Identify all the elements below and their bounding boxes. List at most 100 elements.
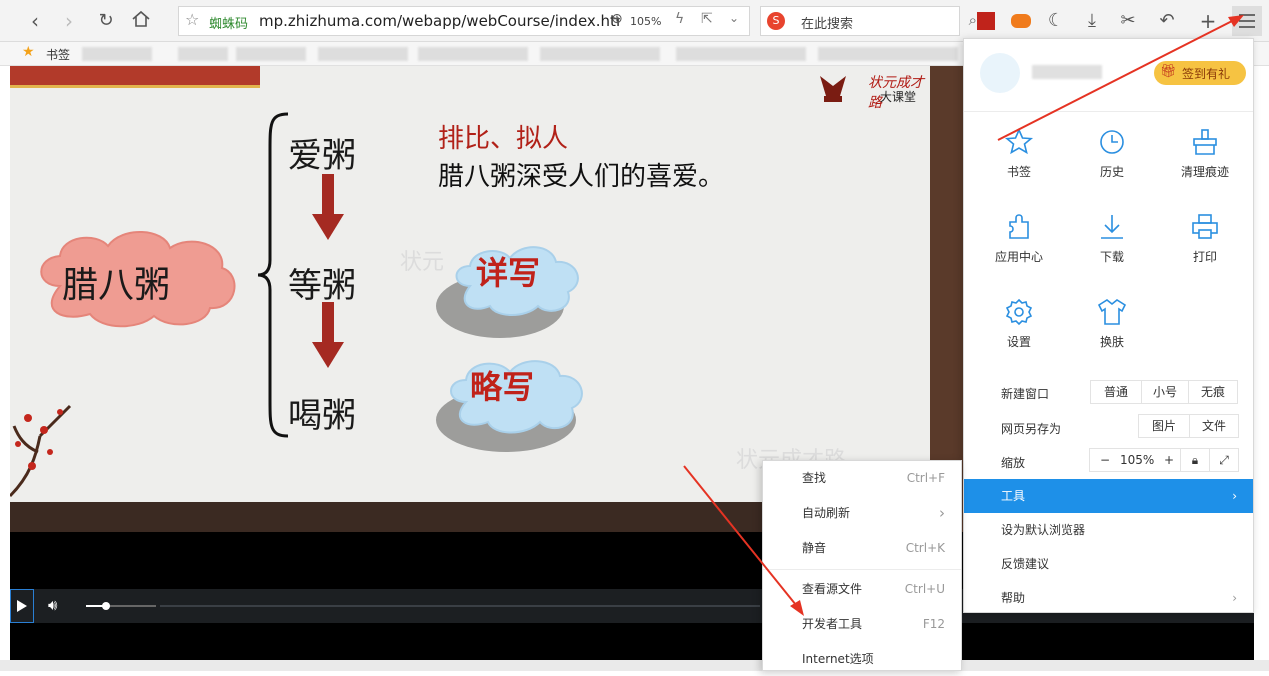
submenu-view-source[interactable]: 查看源文件 Ctrl+U bbox=[763, 572, 961, 606]
fullscreen-icon[interactable]: ⤢ bbox=[1209, 448, 1239, 472]
submenu-shortcut: Ctrl+F bbox=[907, 461, 945, 495]
menu-hamburger-icon[interactable] bbox=[1232, 6, 1262, 36]
grid-bookmarks[interactable]: 书签 bbox=[974, 127, 1064, 180]
search-box[interactable]: S 在此搜索 ⌕ bbox=[760, 6, 960, 36]
volume-icon[interactable]: 🔊︎ bbox=[48, 596, 57, 614]
gift-icon: 🎁︎ bbox=[1160, 64, 1177, 79]
browser-toolbar: ‹ › ↻ ☆ 蜘蛛码 mp.zhizhuma.com/webapp/webCo… bbox=[0, 0, 1269, 42]
root-text: 腊八粥 bbox=[62, 256, 170, 308]
bookmark-item[interactable] bbox=[236, 47, 306, 61]
menu-item-feedback[interactable]: 反馈建议 bbox=[964, 547, 1253, 581]
horizontal-scrollbar[interactable] bbox=[0, 660, 1269, 671]
grid-label: 下载 bbox=[1067, 248, 1157, 265]
back-icon[interactable]: ‹ bbox=[22, 8, 48, 34]
menu-item-label: 设为默认浏览器 bbox=[1001, 523, 1085, 537]
address-bar[interactable]: ☆ 蜘蛛码 mp.zhizhuma.com/webapp/webCourse/i… bbox=[178, 6, 750, 36]
moon-icon[interactable]: ☾ bbox=[1043, 8, 1069, 34]
grid-history[interactable]: 历史 bbox=[1067, 127, 1157, 180]
zoom-out-button[interactable]: − bbox=[1100, 449, 1110, 471]
home-icon[interactable] bbox=[128, 8, 154, 34]
submenu-mute[interactable]: 静音 Ctrl+K bbox=[763, 531, 961, 565]
download-icon bbox=[1097, 212, 1127, 242]
bookmark-item[interactable] bbox=[540, 47, 660, 61]
share-icon[interactable]: ⇱ bbox=[701, 11, 713, 27]
new-window-label: 新建窗口 bbox=[1001, 385, 1049, 402]
submenu-label: Internet选项 bbox=[802, 652, 874, 666]
volume-slider[interactable] bbox=[86, 605, 156, 607]
chevron-down-icon[interactable]: ⌄ bbox=[729, 11, 739, 25]
grid-clear-traces[interactable]: 清理痕迹 bbox=[1160, 127, 1250, 180]
clock-icon bbox=[1097, 127, 1127, 157]
username[interactable] bbox=[1032, 65, 1102, 79]
logo-right: 大课堂 bbox=[880, 88, 916, 105]
bookmark-item[interactable] bbox=[676, 47, 806, 61]
grid-skin[interactable]: 换肤 bbox=[1067, 297, 1157, 350]
grid-settings[interactable]: 设置 bbox=[974, 297, 1064, 350]
divider bbox=[763, 569, 961, 570]
browser-menu: 🎁︎ 签到有礼 书签 历史 清理痕迹 应用中心 下载 打印 设置 换肤 新建窗口… bbox=[963, 38, 1254, 613]
submenu-label: 查找 bbox=[802, 471, 826, 485]
gamepad-icon[interactable] bbox=[1008, 8, 1034, 34]
signin-label: 签到有礼 bbox=[1182, 65, 1230, 82]
download-toolbar-icon[interactable]: ⤓ bbox=[1079, 8, 1105, 34]
new-window-normal[interactable]: 普通 bbox=[1090, 380, 1142, 404]
bookmark-item[interactable] bbox=[82, 47, 152, 61]
branch-1: 爱粥 bbox=[288, 128, 356, 177]
search-engine-icon[interactable]: S bbox=[767, 12, 785, 30]
grid-app-center[interactable]: 应用中心 bbox=[974, 212, 1064, 265]
grid-print[interactable]: 打印 bbox=[1160, 212, 1250, 265]
bookmark-item[interactable] bbox=[318, 47, 408, 61]
branch-2: 等粥 bbox=[288, 258, 356, 307]
favorite-star-icon[interactable]: ☆ bbox=[185, 10, 199, 29]
submenu-shortcut: Ctrl+K bbox=[906, 531, 945, 565]
menu-item-help[interactable]: 帮助 › bbox=[964, 581, 1253, 615]
save-as-file[interactable]: 文件 bbox=[1189, 414, 1239, 438]
avatar[interactable] bbox=[980, 53, 1020, 93]
progress-track[interactable] bbox=[160, 605, 760, 607]
play-button[interactable] bbox=[10, 589, 34, 623]
menu-item-default-browser[interactable]: 设为默认浏览器 bbox=[964, 513, 1253, 547]
zoom-in-button[interactable]: + bbox=[1164, 449, 1174, 471]
menu-item-tools[interactable]: 工具 › bbox=[964, 479, 1253, 513]
bookmarks-label[interactable]: 书签 bbox=[46, 46, 70, 63]
submenu-find[interactable]: 查找 Ctrl+F bbox=[763, 461, 961, 495]
shirt-icon bbox=[1097, 297, 1127, 327]
submenu-label: 自动刷新 bbox=[802, 506, 850, 520]
puzzle-icon bbox=[1004, 212, 1034, 242]
submenu-developer-tools[interactable]: 开发者工具 F12 bbox=[763, 607, 961, 641]
pdf-icon[interactable] bbox=[973, 8, 999, 34]
new-tab-icon[interactable]: + bbox=[1195, 8, 1221, 34]
bookmark-star-icon: ★ bbox=[22, 44, 35, 60]
new-window-small[interactable]: 小号 bbox=[1141, 380, 1189, 404]
bookmark-item[interactable] bbox=[818, 47, 958, 61]
submenu-label: 查看源文件 bbox=[802, 582, 862, 596]
zoom-label: 缩放 bbox=[1001, 454, 1025, 471]
tools-submenu: 查找 Ctrl+F 自动刷新 › 静音 Ctrl+K 查看源文件 Ctrl+U … bbox=[762, 460, 962, 671]
bookmark-item[interactable] bbox=[178, 47, 228, 61]
menu-item-label: 工具 bbox=[1001, 489, 1025, 503]
refresh-icon[interactable]: ↻ bbox=[93, 8, 119, 34]
branch-3: 喝粥 bbox=[288, 388, 356, 437]
submenu-auto-refresh[interactable]: 自动刷新 › bbox=[763, 496, 961, 530]
scissors-icon[interactable]: ✂ bbox=[1115, 8, 1141, 34]
grid-download[interactable]: 下载 bbox=[1067, 212, 1157, 265]
lightning-icon[interactable]: ϟ bbox=[675, 11, 684, 27]
submenu-shortcut: F12 bbox=[923, 607, 945, 641]
url-text[interactable]: mp.zhizhuma.com/webapp/webCourse/index.h… bbox=[259, 12, 620, 30]
signin-button[interactable]: 🎁︎ 签到有礼 bbox=[1154, 61, 1246, 85]
site-name: 蜘蛛码 bbox=[209, 13, 248, 32]
zoom-magnifier-icon[interactable]: ⊕ bbox=[611, 11, 623, 27]
new-window-private[interactable]: 无痕 bbox=[1188, 380, 1238, 404]
zoom-control: − 105% + bbox=[1089, 448, 1181, 472]
zoom-indicator[interactable]: 105% bbox=[630, 15, 661, 28]
grid-label: 清理痕迹 bbox=[1160, 163, 1250, 180]
forward-icon[interactable]: › bbox=[56, 8, 82, 34]
lock-icon[interactable]: 🔒︎ bbox=[1180, 448, 1210, 472]
bookmark-item[interactable] bbox=[418, 47, 528, 61]
grid-label: 历史 bbox=[1067, 163, 1157, 180]
menu-item-label: 反馈建议 bbox=[1001, 557, 1049, 571]
chevron-right-icon: › bbox=[1232, 479, 1237, 513]
save-as-image[interactable]: 图片 bbox=[1138, 414, 1190, 438]
cloud-brief-text: 略写 bbox=[470, 362, 534, 408]
undo-icon[interactable]: ↶ bbox=[1154, 8, 1180, 34]
